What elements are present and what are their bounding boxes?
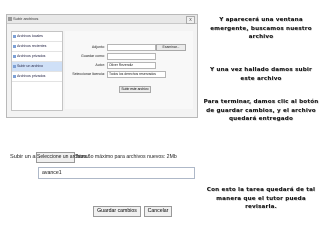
file-picker-window: Subir archivos x Archivos locales Archiv… [6,14,198,118]
uploaded-filename: avance1 [42,170,62,176]
window-titlebar: Subir archivos x [7,15,197,24]
sidebar-item-archivos-locales[interactable]: Archivos locales [12,32,62,42]
uploaded-file-box[interactable]: avance1 [38,167,195,179]
folder-icon [13,55,16,58]
window-title: Subir archivos [13,16,39,21]
note-4-text: Con esto la tarea quedará de tal manera … [206,187,316,210]
note-1: Y aparecerá una ventana emergente, busca… [202,16,320,42]
sidebar-item-label: Archivos privados [17,54,46,58]
file-picker-sidebar: Archivos locales Archivos recientes Arch… [11,31,63,111]
guardar-como-label: Guardar como: [81,54,105,58]
upload-icon [13,65,16,68]
sidebar-item-label: Archivos locales [17,34,43,38]
note-1-text: Y aparecerá una ventana emergente, busca… [210,17,312,40]
close-button[interactable]: x [186,16,195,24]
max-size-hint: Tamaño máximo para archivos nuevos: 2Mb [75,154,177,160]
cancel-button[interactable]: Cancelar [144,206,172,217]
note-3: Para terminar, damos clic al botón de gu… [202,98,320,124]
licencia-select[interactable]: Todos los derechos reservados [107,71,166,78]
subir-archivo-button[interactable]: Subir este archivo [119,86,151,93]
folder-icon [13,45,16,48]
sidebar-item-archivos-privados[interactable]: Archivos privados [12,52,62,62]
sidebar-item-archivos-recientes[interactable]: Archivos recientes [12,42,62,52]
note-2: Y una vez hallado damos subir este archi… [202,66,320,83]
licencia-label: Seleccionar licencia: [72,72,105,76]
guardar-como-input[interactable] [107,53,156,60]
select-file-button[interactable]: Seleccione un archivo... [36,152,90,163]
sidebar-item-label: Archivos recientes [17,44,47,48]
folder-icon [13,35,16,38]
folder-icon [13,75,16,78]
sidebar-item-archivos-privados-2[interactable]: Archivos privados [12,72,62,82]
upload-field-crop: Subir un archivo: Seleccione un archivo.… [2,148,198,218]
examinar-button[interactable]: Examinar... [156,44,186,51]
adjunto-input[interactable] [107,44,156,51]
adjunto-label: Adjunto: [91,45,105,49]
note-2-text: Y una vez hallado damos subir este archi… [209,67,312,82]
note-3-text: Para terminar, damos clic al botón de gu… [203,99,319,122]
autor-label: Autor: [95,63,105,67]
note-4: Con esto la tarea quedará de tal manera … [202,186,320,212]
save-changes-button[interactable]: Guardar cambios [93,206,141,217]
autor-input[interactable]: Oliver Rezendiz [107,62,156,69]
sidebar-item-subir-archivo[interactable]: Subir un archivo [12,62,62,72]
upload-form-panel: Adjunto: Examinar... Guardar como: Autor… [65,31,193,109]
sidebar-item-label: Subir un archivo [17,64,43,68]
window-icon [8,17,12,21]
sidebar-item-label: Archivos privados [17,74,46,78]
